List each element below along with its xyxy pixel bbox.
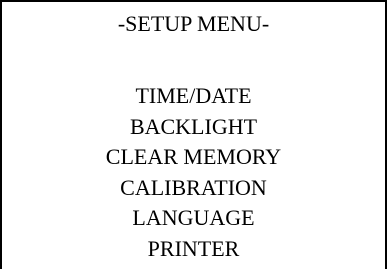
setup-menu-screen: -SETUP MENU- TIME/DATE BACKLIGHT CLEAR M… [0,0,387,269]
menu-item-calibration[interactable]: CALIBRATION [2,173,385,204]
menu-list: TIME/DATE BACKLIGHT CLEAR MEMORY CALIBRA… [2,81,385,264]
menu-item-time-date[interactable]: TIME/DATE [2,81,385,112]
menu-item-language[interactable]: LANGUAGE [2,203,385,234]
menu-item-backlight[interactable]: BACKLIGHT [2,112,385,143]
menu-title: -SETUP MENU- [117,11,270,36]
menu-item-clear-memory[interactable]: CLEAR MEMORY [2,142,385,173]
menu-item-printer[interactable]: PRINTER [2,234,385,265]
